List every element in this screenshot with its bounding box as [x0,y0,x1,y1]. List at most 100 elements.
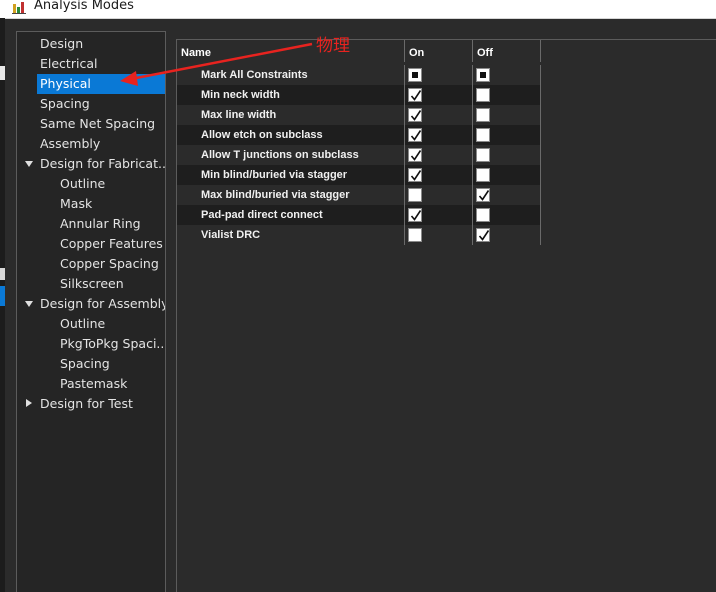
tree-item[interactable]: Assembly [17,134,165,154]
grid-row[interactable]: Max blind/buried via stagger [177,185,541,205]
on-cell [405,185,473,205]
tree-item[interactable]: Design [17,34,165,54]
tree-item-label: Design [40,36,84,51]
on-checkbox[interactable] [408,208,422,222]
tree-item[interactable]: Copper Features [17,234,165,254]
checkmark-icon [410,170,422,181]
constraint-name: Pad-pad direct connect [177,205,405,225]
on-checkbox[interactable] [408,108,422,122]
app-icon [12,1,28,15]
tree-item-label: Annular Ring [60,216,141,231]
on-checkbox[interactable] [408,68,422,82]
grid-row[interactable]: Allow T junctions on subclass [177,145,541,165]
on-cell [405,125,473,145]
column-header-on[interactable]: On [405,40,473,62]
tree-item[interactable]: Mask [17,194,165,214]
tree-item-label: Outline [60,176,106,191]
tree-item[interactable]: Design for Test [17,394,165,414]
tree-item[interactable]: Pastemask [17,374,165,394]
on-checkbox[interactable] [408,228,422,242]
on-cell [405,85,473,105]
tree-item-label: PkgToPkg Spaci... [60,336,165,351]
constraint-name: Vialist DRC [177,225,405,245]
checkmark-icon [410,110,422,121]
tree-item[interactable]: Silkscreen [17,274,165,294]
off-cell [473,85,541,105]
on-cell [405,205,473,225]
off-checkbox[interactable] [476,148,490,162]
off-checkbox[interactable] [476,68,490,82]
grid-row[interactable]: Vialist DRC [177,225,541,245]
on-cell [405,105,473,125]
tree-item[interactable]: Same Net Spacing [17,114,165,134]
off-checkbox[interactable] [476,88,490,102]
tree-item-label: Physical [40,76,91,91]
tree-item[interactable]: Copper Spacing [17,254,165,274]
grid-row[interactable]: Pad-pad direct connect [177,205,541,225]
collapse-arrow-icon[interactable] [26,399,32,407]
tree-item-label: Design for Assembly [40,296,165,311]
column-header-off[interactable]: Off [473,40,541,62]
off-cell [473,125,541,145]
tree-item[interactable]: Outline [17,174,165,194]
off-checkbox[interactable] [476,168,490,182]
title-bar: Analysis Modes [0,0,716,19]
on-cell [405,165,473,185]
constraint-name: Min neck width [177,85,405,105]
off-checkbox[interactable] [476,208,490,222]
checkmark-icon [410,90,422,101]
tree-item[interactable]: Design for Assembly [17,294,165,314]
on-checkbox[interactable] [408,128,422,142]
tree-item-label: Mask [60,196,93,211]
off-checkbox[interactable] [476,128,490,142]
tree-item[interactable]: Annular Ring [17,214,165,234]
on-checkbox[interactable] [408,168,422,182]
off-cell [473,105,541,125]
category-tree[interactable]: Design Electrical Physical Spacing Same Net … [16,31,166,592]
expand-arrow-icon[interactable] [25,301,33,307]
tree-item[interactable]: Design for Fabricat... [17,154,165,174]
on-cell [405,225,473,245]
off-checkbox[interactable] [476,108,490,122]
tree-item[interactable]: PkgToPkg Spaci... [17,334,165,354]
tree-item-label: Copper Spacing [60,256,159,271]
tree-item-label: Design for Fabricat... [40,156,165,171]
background-window-edge [0,18,5,592]
grid-row[interactable]: Allow etch on subclass [177,125,541,145]
off-cell [473,205,541,225]
grid-row[interactable]: Max line width [177,105,541,125]
off-checkbox[interactable] [476,188,490,202]
column-header-name[interactable]: Name [177,40,405,62]
on-checkbox[interactable] [408,148,422,162]
checkmark-icon [410,210,422,221]
tree-item-label: Spacing [40,96,90,111]
off-cell [473,165,541,185]
grid-row[interactable]: Min neck width [177,85,541,105]
grid-row[interactable]: Mark All Constraints [177,65,541,85]
constraint-name: Mark All Constraints [177,65,405,85]
constraint-name: Min blind/buried via stagger [177,165,405,185]
grid-row[interactable]: Min blind/buried via stagger [177,165,541,185]
tree-item-label: Design for Test [40,396,133,411]
tree-item[interactable]: Physical [37,74,165,94]
on-cell [405,145,473,165]
on-checkbox[interactable] [408,88,422,102]
off-checkbox[interactable] [476,228,490,242]
grid-header: Name On Off [177,40,541,62]
annotation-label: 物理 [316,36,350,56]
tree-item[interactable]: Electrical [17,54,165,74]
tree-item-label: Spacing [60,356,110,371]
tree-item[interactable]: Spacing [17,354,165,374]
tree-item-label: Electrical [40,56,98,71]
expand-arrow-icon[interactable] [25,161,33,167]
off-cell [473,145,541,165]
tree-item[interactable]: Spacing [17,94,165,114]
off-cell [473,65,541,85]
indeterminate-mark-icon [480,72,486,78]
tree-item-label: Same Net Spacing [40,116,156,131]
tree-item-label: Assembly [40,136,101,151]
on-cell [405,65,473,85]
tree-item[interactable]: Outline [17,314,165,334]
on-checkbox[interactable] [408,188,422,202]
tree-item-label: Copper Features [60,236,163,251]
